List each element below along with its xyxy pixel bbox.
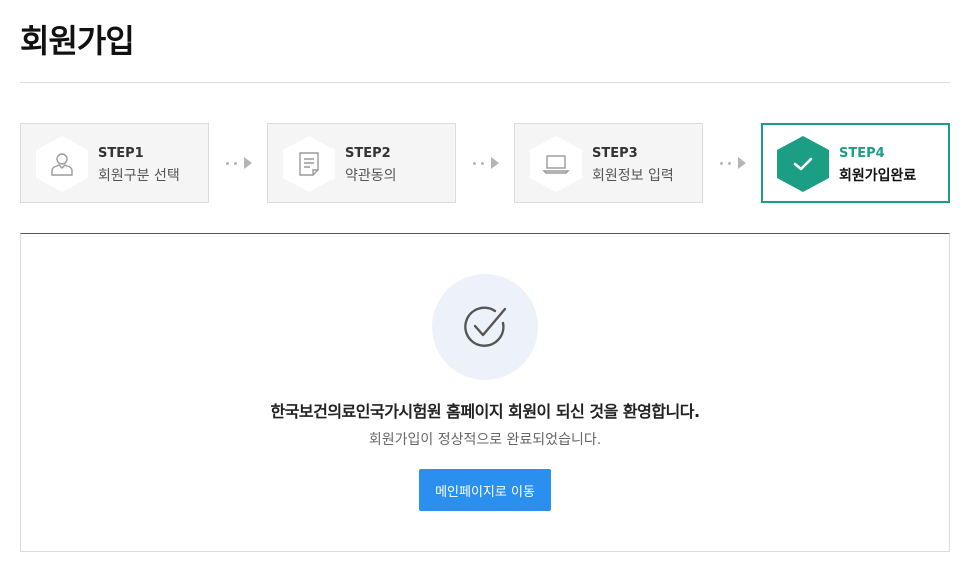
page-title: 회원가입 — [20, 22, 135, 60]
step-2-number: STEP2 — [345, 146, 391, 161]
step-2-label: 약관동의 — [345, 168, 397, 184]
title-divider — [20, 82, 950, 83]
check-icon — [793, 157, 813, 171]
step-arrow-1 — [219, 155, 259, 171]
step-1: STEP1 회원구분 선택 — [20, 123, 209, 203]
completion-circle — [432, 274, 538, 380]
step-2: STEP2 약관동의 — [267, 123, 456, 203]
step-4: STEP4 회원가입완료 — [761, 123, 950, 203]
step-2-hexagon — [283, 136, 335, 192]
step-progress: STEP1 회원구분 선택 STEP2 약관동의 STEP3 회원정보 입력 S… — [20, 123, 950, 203]
step-1-hexagon — [36, 136, 88, 192]
step-arrow-3 — [713, 155, 753, 171]
step-arrow-2 — [466, 155, 506, 171]
completion-panel: 한국보건의료인국가시험원 홈페이지 회원이 되신 것을 환영합니다. 회원가입이… — [20, 233, 950, 552]
document-icon — [299, 152, 319, 176]
arrow-right-icon — [738, 157, 746, 169]
arrow-right-icon — [491, 157, 499, 169]
step-1-number: STEP1 — [98, 146, 144, 161]
step-1-label: 회원구분 선택 — [98, 168, 180, 184]
go-main-page-button[interactable]: 메인페이지로 이동 — [419, 469, 551, 511]
step-3: STEP3 회원정보 입력 — [514, 123, 703, 203]
laptop-icon — [542, 155, 570, 174]
step-4-hexagon — [777, 136, 829, 192]
user-icon — [51, 153, 73, 176]
step-4-number: STEP4 — [839, 146, 885, 161]
step-3-label: 회원정보 입력 — [592, 168, 674, 184]
step-3-hexagon — [530, 136, 582, 192]
arrow-right-icon — [244, 157, 252, 169]
welcome-message: 한국보건의료인국가시험원 홈페이지 회원이 되신 것을 환영합니다. — [270, 402, 700, 421]
completion-sub-message: 회원가입이 정상적으로 완료되었습니다. — [368, 432, 602, 448]
check-circle-icon — [464, 306, 507, 347]
step-3-number: STEP3 — [592, 146, 638, 161]
step-4-label: 회원가입완료 — [839, 168, 917, 184]
